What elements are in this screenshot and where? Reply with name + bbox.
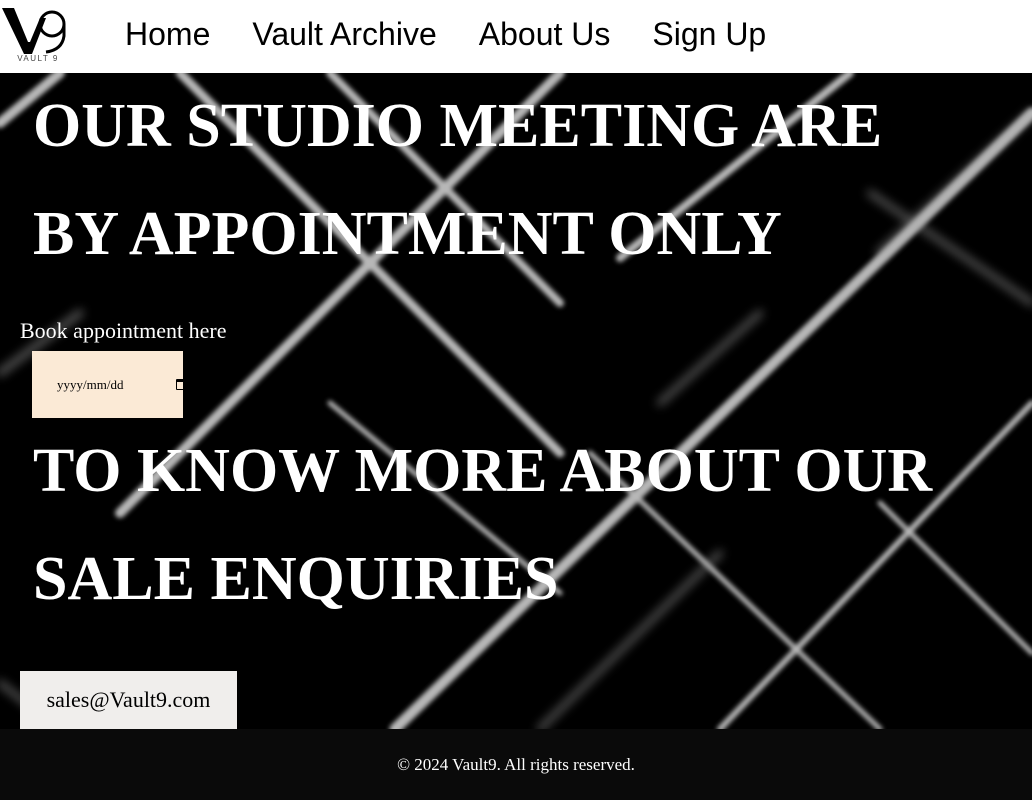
logo-wordmark: VAULT 9 (17, 54, 59, 63)
appointment-heading: OUR STUDIO MEETING ARE BY APPOINTMENT ON… (33, 73, 882, 288)
sales-email-button[interactable]: sales@Vault9.com (20, 671, 237, 729)
nav-home-link[interactable]: Home (125, 14, 210, 54)
appointment-heading-line-1: OUR STUDIO MEETING ARE (33, 92, 883, 160)
site-footer: © 2024 Vault9. All rights reserved. (0, 729, 1032, 800)
sale-enquiries-heading: TO KNOW MORE ABOUT OUR SALE ENQUIRIES (33, 417, 932, 633)
vault9-logo[interactable]: VAULT 9 (0, 0, 73, 71)
appointment-date-picker[interactable]: yyyy/mm/dd (32, 351, 187, 418)
nav-about-us-link[interactable]: About Us (479, 14, 611, 54)
nav-vault-archive-link[interactable]: Vault Archive (252, 14, 436, 54)
book-appointment-label: Book appointment here (20, 318, 227, 343)
hero-section: OUR STUDIO MEETING ARE BY APPOINTMENT ON… (0, 73, 1032, 729)
site-header: VAULT 9 Home Vault Archive About Us Sign… (0, 0, 1032, 73)
calendar-icon[interactable] (176, 379, 187, 390)
sale-enquiries-heading-line-1: TO KNOW MORE ABOUT OUR (33, 437, 933, 505)
appointment-date-input[interactable]: yyyy/mm/dd (57, 377, 161, 393)
nav-sign-up-link[interactable]: Sign Up (652, 14, 766, 54)
copyright-text: © 2024 Vault9. All rights reserved. (397, 754, 635, 774)
main-nav: Home Vault Archive About Us Sign Up (125, 14, 808, 54)
hero-content: OUR STUDIO MEETING ARE BY APPOINTMENT ON… (0, 73, 1032, 729)
appointment-heading-line-2: BY APPOINTMENT ONLY (33, 200, 782, 268)
sale-enquiries-heading-line-2: SALE ENQUIRIES (33, 545, 559, 613)
